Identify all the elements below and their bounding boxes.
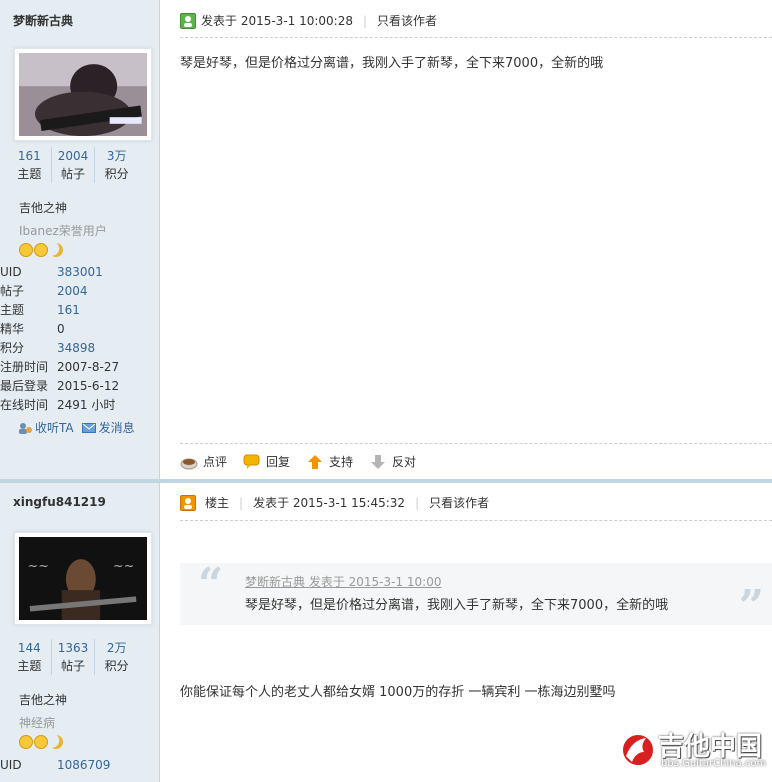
follow-button[interactable]: 收听TA bbox=[18, 419, 74, 436]
info-row: UID 1086709 bbox=[0, 758, 111, 772]
post-1: 梦断新古典 161 主题 2004 帖子 3万 积分 吉他之神 Ibanez荣誉… bbox=[0, 0, 772, 480]
stat-threads[interactable]: 144 主题 bbox=[8, 639, 51, 675]
info-row: 最后登录 2015-6-12 bbox=[0, 379, 120, 393]
info-row: 帖子 2004 bbox=[0, 284, 88, 298]
avatar[interactable] bbox=[14, 48, 152, 141]
info-row: UID 383001 bbox=[0, 265, 103, 279]
follow-icon bbox=[18, 422, 32, 434]
reply-button[interactable]: 回复 bbox=[243, 453, 290, 470]
author-sidebar: xingfu841219 ~~ ~~ 144 主题 1363 帖子 2万 积分 … bbox=[0, 483, 160, 782]
separator: | bbox=[239, 495, 244, 510]
info-row: 精华 0 bbox=[0, 322, 65, 336]
stat-credits[interactable]: 2万 积分 bbox=[94, 639, 138, 675]
level-icons bbox=[19, 735, 63, 749]
arrow-up-icon bbox=[306, 454, 324, 470]
author-name[interactable]: xingfu841219 bbox=[13, 495, 106, 509]
owner-label: 楼主 bbox=[205, 496, 230, 510]
user-rank: 吉他之神 bbox=[19, 693, 68, 707]
level-icons bbox=[19, 243, 63, 257]
stat-credits[interactable]: 3万 积分 bbox=[94, 147, 138, 183]
post-header: 楼主 | 发表于 2015-3-1 15:45:32 | 只看该作者 bbox=[180, 494, 489, 511]
info-row: 积分 34898 bbox=[0, 341, 96, 355]
post-body: 发表于 2015-3-1 10:00:28 | 只看该作者 琴是好琴，但是价格过… bbox=[160, 0, 772, 480]
quote-source-link[interactable]: 梦断新古典 发表于 2015-3-1 10:00 bbox=[245, 573, 442, 590]
oppose-button[interactable]: 反对 bbox=[369, 453, 416, 470]
post-content: 琴是好琴，但是价格过分离谱，我刚入手了新琴，全下来7000，全新的哦 bbox=[180, 56, 604, 71]
support-button[interactable]: 支持 bbox=[306, 453, 353, 470]
separator: | bbox=[363, 13, 368, 28]
user-stats: 144 主题 1363 帖子 2万 积分 bbox=[8, 639, 138, 675]
post-time: 发表于 2015-3-1 10:00:28 bbox=[201, 14, 353, 28]
divider bbox=[180, 520, 772, 521]
envelope-icon bbox=[81, 422, 96, 434]
speech-bubble-icon bbox=[243, 454, 261, 470]
quote-block: “ 梦断新古典 发表于 2015-3-1 10:00 琴是好琴，但是价格过分离谱… bbox=[180, 559, 772, 632]
user-group: 神经病 bbox=[19, 716, 56, 730]
close-quote-icon: ” bbox=[738, 581, 764, 632]
info-row: 主题 161 bbox=[0, 303, 80, 317]
only-author-link[interactable]: 只看该作者 bbox=[377, 12, 437, 29]
open-quote-icon: “ bbox=[198, 559, 224, 610]
guitarchina-logo-icon bbox=[621, 733, 655, 767]
sun-icon bbox=[34, 735, 48, 749]
only-author-link[interactable]: 只看该作者 bbox=[429, 494, 489, 511]
post-header: 发表于 2015-3-1 10:00:28 | 只看该作者 bbox=[180, 12, 437, 29]
coffee-cup-icon bbox=[180, 454, 198, 470]
divider bbox=[180, 37, 772, 38]
sun-icon bbox=[34, 243, 48, 257]
moon-icon bbox=[47, 241, 65, 259]
user-info: UID 1086709 bbox=[0, 756, 150, 775]
user-actions: 收听TA 发消息 bbox=[18, 419, 135, 436]
post-time: 发表于 2015-3-1 15:45:32 bbox=[253, 496, 406, 510]
post-footer: 点评 回复 支持 反对 bbox=[180, 453, 416, 470]
site-watermark: 吉他中国 bbs.GuitarChina.com bbox=[618, 726, 768, 776]
divider bbox=[180, 443, 772, 444]
stat-posts[interactable]: 1363 帖子 bbox=[50, 639, 95, 675]
info-row: 在线时间 2491 小时 bbox=[0, 398, 116, 412]
svg-text:~~: ~~ bbox=[28, 559, 49, 574]
arrow-down-icon bbox=[369, 454, 387, 470]
moon-icon bbox=[47, 733, 65, 751]
comment-button[interactable]: 点评 bbox=[180, 453, 227, 470]
stat-threads[interactable]: 161 主题 bbox=[8, 147, 51, 183]
author-name[interactable]: 梦断新古典 bbox=[13, 12, 73, 29]
user-info: UID 383001 帖子 2004 主题 161 精华 0 积分 34898 注册时间 2… bbox=[0, 263, 150, 415]
sun-icon bbox=[19, 735, 33, 749]
svg-text:~~: ~~ bbox=[113, 559, 134, 574]
post-content: 你能保证每个人的老丈人都给女婿 1000万的存折 一辆宾利 一栋海边别墅吗 bbox=[180, 685, 616, 700]
separator: | bbox=[415, 495, 420, 510]
message-button[interactable]: 发消息 bbox=[81, 419, 135, 436]
avatar[interactable]: ~~ ~~ bbox=[14, 532, 152, 625]
owner-icon bbox=[180, 494, 196, 511]
user-group: Ibanez荣誉用户 bbox=[19, 224, 107, 238]
user-stats: 161 主题 2004 帖子 3万 积分 bbox=[8, 147, 138, 183]
watermark-url: bbs.GuitarChina.com bbox=[661, 758, 767, 769]
info-row: 注册时间 2007-8-27 bbox=[0, 360, 120, 374]
quote-text: 琴是好琴，但是价格过分离谱，我刚入手了新琴，全下来7000，全新的哦 bbox=[245, 598, 669, 613]
sun-icon bbox=[19, 243, 33, 257]
online-status-icon bbox=[180, 12, 196, 29]
author-sidebar: 梦断新古典 161 主题 2004 帖子 3万 积分 吉他之神 Ibanez荣誉… bbox=[0, 0, 160, 480]
user-rank: 吉他之神 bbox=[19, 201, 68, 215]
stat-posts[interactable]: 2004 帖子 bbox=[50, 147, 95, 183]
